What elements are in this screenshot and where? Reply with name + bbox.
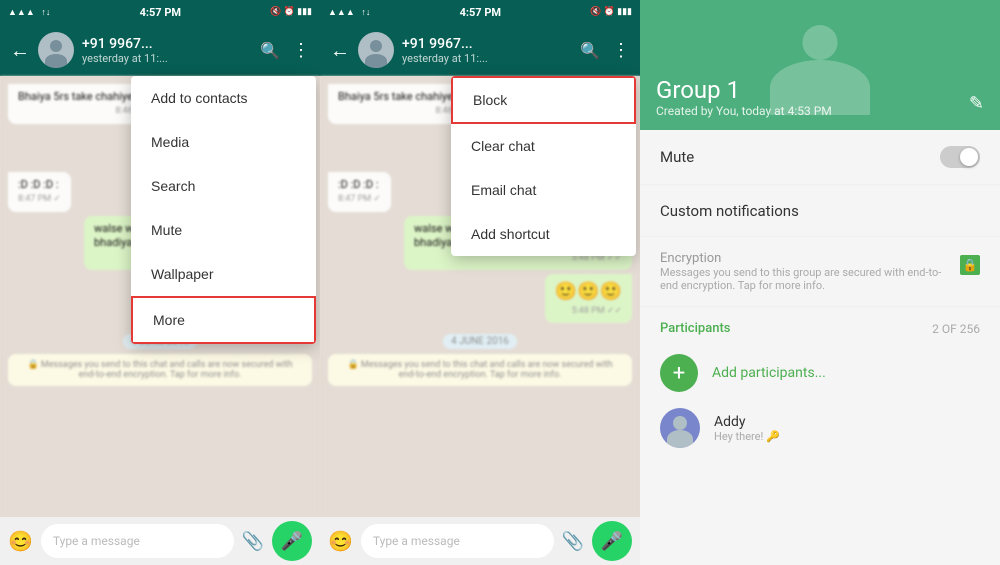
- encryption-desc: Messages you send to this group are secu…: [660, 266, 948, 292]
- middle-message-input[interactable]: Type a message: [361, 524, 554, 558]
- group-name-area: Group 1 Created by You, today at 4:53 PM: [656, 76, 984, 118]
- participants-section: Participants 2 OF 256 + Add participants…: [640, 307, 1000, 462]
- search-icon-middle[interactable]: 🔍: [580, 41, 600, 60]
- middle-chat-input-bar: 😊 Type a message 📎 🎤: [320, 517, 640, 565]
- mute-label: Mute: [660, 148, 694, 166]
- date-divider: 4 JUNE 2016: [328, 329, 632, 348]
- mute-toggle[interactable]: [940, 146, 980, 168]
- msg-bubble: :D :D :D : 8:47 PM ✓: [328, 172, 391, 212]
- input-placeholder: Type a message: [53, 534, 140, 548]
- attach-icon-middle[interactable]: 📎: [562, 531, 584, 552]
- middle-dropdown-menu: Block Clear chat Email chat Add shortcut: [451, 76, 636, 256]
- emoji-icon-middle[interactable]: 😊: [328, 529, 353, 553]
- custom-notifications-row[interactable]: Custom notifications: [640, 185, 1000, 237]
- add-participant-row[interactable]: + Add participants...: [660, 346, 980, 400]
- edit-icon[interactable]: ✎: [969, 93, 984, 114]
- left-header-icons: 🔍 ⋮: [260, 40, 310, 61]
- back-icon[interactable]: ←: [10, 38, 30, 63]
- lock-icon: 🔒: [960, 255, 980, 275]
- middle-avatar: [358, 32, 394, 68]
- menu-item-email-chat[interactable]: Email chat: [451, 168, 636, 212]
- middle-status-bar: ▲▲▲ ↑↓ 4:57 PM 🔇 ⏰ ▮▮▮: [320, 0, 640, 24]
- menu-item-mute[interactable]: Mute: [131, 208, 316, 252]
- more-icon-middle[interactable]: ⋮: [612, 40, 630, 61]
- participant-avatar-addy: [660, 408, 700, 448]
- participant-info-addy: Addy Hey there! 🔑: [714, 414, 980, 443]
- msg-bubble: 🙂🙂🙂 5:48 PM ✓✓: [545, 274, 632, 323]
- msg-bubble: :D :D :D : 8:47 PM ✓: [8, 172, 71, 212]
- mute-row: Mute: [640, 130, 1000, 185]
- middle-panel: ▲▲▲ ↑↓ 4:57 PM 🔇 ⏰ ▮▮▮ ← +91 9967... yes…: [320, 0, 640, 565]
- back-icon-middle[interactable]: ←: [330, 38, 350, 63]
- encryption-title: Encryption: [660, 251, 948, 266]
- encryption-text: Encryption Messages you send to this gro…: [660, 251, 948, 292]
- menu-item-wallpaper[interactable]: Wallpaper: [131, 252, 316, 296]
- participants-title: Participants: [660, 321, 730, 336]
- right-body: Mute Custom notifications Encryption Mes…: [640, 130, 1000, 462]
- right-panel: Group 1 Created by You, today at 4:53 PM…: [640, 0, 1000, 565]
- participant-name-addy: Addy: [714, 414, 980, 430]
- middle-contact-sub: yesterday at 11:...: [402, 52, 572, 65]
- attach-icon-left[interactable]: 📎: [242, 531, 264, 552]
- participant-row-addy: Addy Hey there! 🔑: [660, 400, 980, 456]
- middle-chat-header: ← +91 9967... yesterday at 11:... 🔍 ⋮: [320, 24, 640, 76]
- left-chat-input-bar: 😊 Type a message 📎 🎤: [0, 517, 320, 565]
- menu-item-media[interactable]: Media: [131, 120, 316, 164]
- participants-header: Participants 2 OF 256: [660, 321, 980, 336]
- menu-item-clear-chat[interactable]: Clear chat: [451, 124, 636, 168]
- middle-time: 4:57 PM: [460, 6, 502, 19]
- group-created: Created by You, today at 4:53 PM: [656, 104, 984, 118]
- left-signal: ▲▲▲ ↑↓: [8, 7, 50, 18]
- left-message-input[interactable]: Type a message: [41, 524, 234, 558]
- participant-status-addy: Hey there! 🔑: [714, 430, 980, 443]
- msg-time: 8:47 PM ✓: [18, 194, 61, 206]
- menu-item-search[interactable]: Search: [131, 164, 316, 208]
- input-placeholder: Type a message: [373, 534, 460, 548]
- middle-header-icons: 🔍 ⋮: [580, 40, 630, 61]
- group-header: Group 1 Created by You, today at 4:53 PM…: [640, 0, 1000, 130]
- encryption-notice: 🔒 Messages you send to this chat and cal…: [8, 354, 312, 386]
- mic-button-middle[interactable]: 🎤: [592, 521, 632, 561]
- add-participant-label: Add participants...: [712, 365, 826, 381]
- left-dropdown-menu: Add to contacts Media Search Mute Wallpa…: [131, 76, 316, 344]
- msg-text: :D :D :D :: [18, 178, 59, 191]
- middle-contact-name: +91 9967...: [402, 36, 572, 52]
- more-icon-left[interactable]: ⋮: [292, 40, 310, 61]
- left-panel: ▲▲▲ ↑↓ 4:57 PM 🔇 ⏰ ▮▮▮ ← +91 9967... yes…: [0, 0, 320, 565]
- msg-row: 🙂🙂🙂 5:48 PM ✓✓: [328, 274, 632, 323]
- middle-signal: ▲▲▲ ↑↓: [328, 7, 370, 18]
- msg-text: 🙂🙂🙂: [555, 281, 622, 302]
- middle-header-info: +91 9967... yesterday at 11:...: [402, 36, 572, 65]
- menu-item-more[interactable]: More: [131, 296, 316, 344]
- participants-count: 2 OF 256: [932, 322, 980, 336]
- menu-item-block[interactable]: Block: [451, 76, 636, 124]
- msg-text: :D :D :D :: [338, 178, 379, 191]
- left-status-bar: ▲▲▲ ↑↓ 4:57 PM 🔇 ⏰ ▮▮▮: [0, 0, 320, 24]
- group-name: Group 1: [656, 76, 984, 104]
- left-contact-name: +91 9967...: [82, 36, 252, 52]
- msg-time: 8:47 PM ✓: [338, 194, 381, 206]
- left-chat-header: ← +91 9967... yesterday at 11:... 🔍 ⋮: [0, 24, 320, 76]
- mic-button-left[interactable]: 🎤: [272, 521, 312, 561]
- search-icon-left[interactable]: 🔍: [260, 41, 280, 60]
- left-header-info: +91 9967... yesterday at 11:...: [82, 36, 252, 65]
- add-participant-icon: +: [660, 354, 698, 392]
- menu-item-add-to-contacts[interactable]: Add to contacts: [131, 76, 316, 120]
- left-status-icons: 🔇 ⏰ ▮▮▮: [270, 7, 312, 17]
- encryption-row[interactable]: Encryption Messages you send to this gro…: [640, 237, 1000, 307]
- left-contact-sub: yesterday at 11:...: [82, 52, 252, 65]
- emoji-icon-left[interactable]: 😊: [8, 529, 33, 553]
- msg-time: 5:48 PM ✓✓: [555, 306, 622, 318]
- custom-notifications-label: Custom notifications: [660, 202, 799, 220]
- encryption-notice-middle: 🔒 Messages you send to this chat and cal…: [328, 354, 632, 386]
- menu-item-add-shortcut[interactable]: Add shortcut: [451, 212, 636, 256]
- middle-status-icons: 🔇 ⏰ ▮▮▮: [590, 7, 632, 17]
- left-avatar: [38, 32, 74, 68]
- left-time: 4:57 PM: [140, 6, 182, 19]
